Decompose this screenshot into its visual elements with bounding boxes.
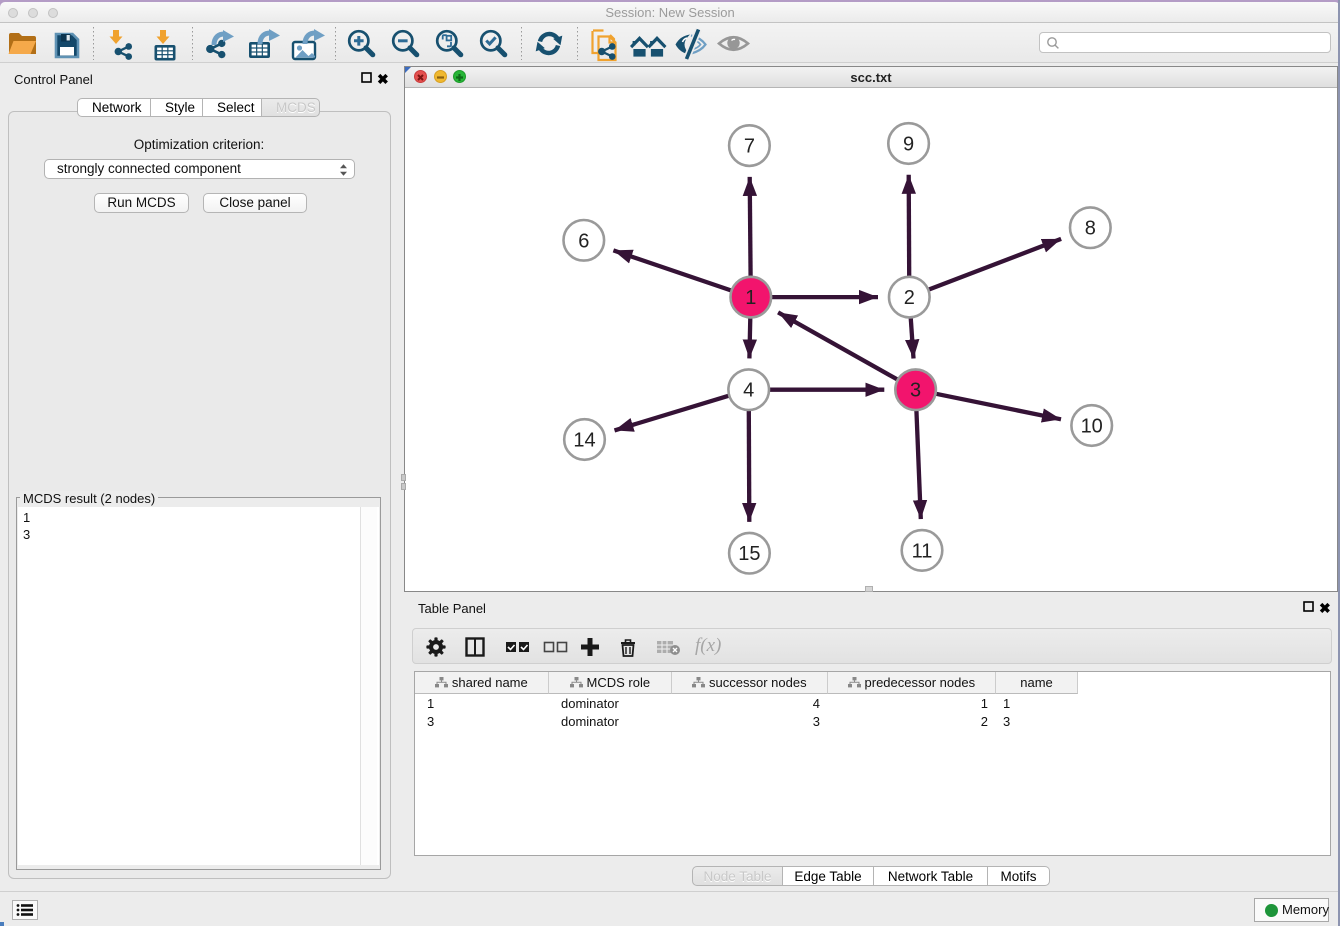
svg-text:8: 8: [1085, 218, 1096, 240]
svg-text:7: 7: [744, 136, 755, 158]
svg-text:2: 2: [904, 287, 915, 309]
svg-text:3: 3: [910, 380, 921, 402]
svg-text:9: 9: [903, 134, 914, 156]
svg-text:1: 1: [745, 287, 756, 309]
svg-text:10: 10: [1081, 416, 1103, 438]
svg-text:6: 6: [578, 230, 589, 252]
svg-text:4: 4: [743, 380, 754, 402]
svg-text:15: 15: [738, 543, 760, 565]
svg-text:11: 11: [912, 540, 933, 562]
svg-text:14: 14: [573, 430, 595, 452]
